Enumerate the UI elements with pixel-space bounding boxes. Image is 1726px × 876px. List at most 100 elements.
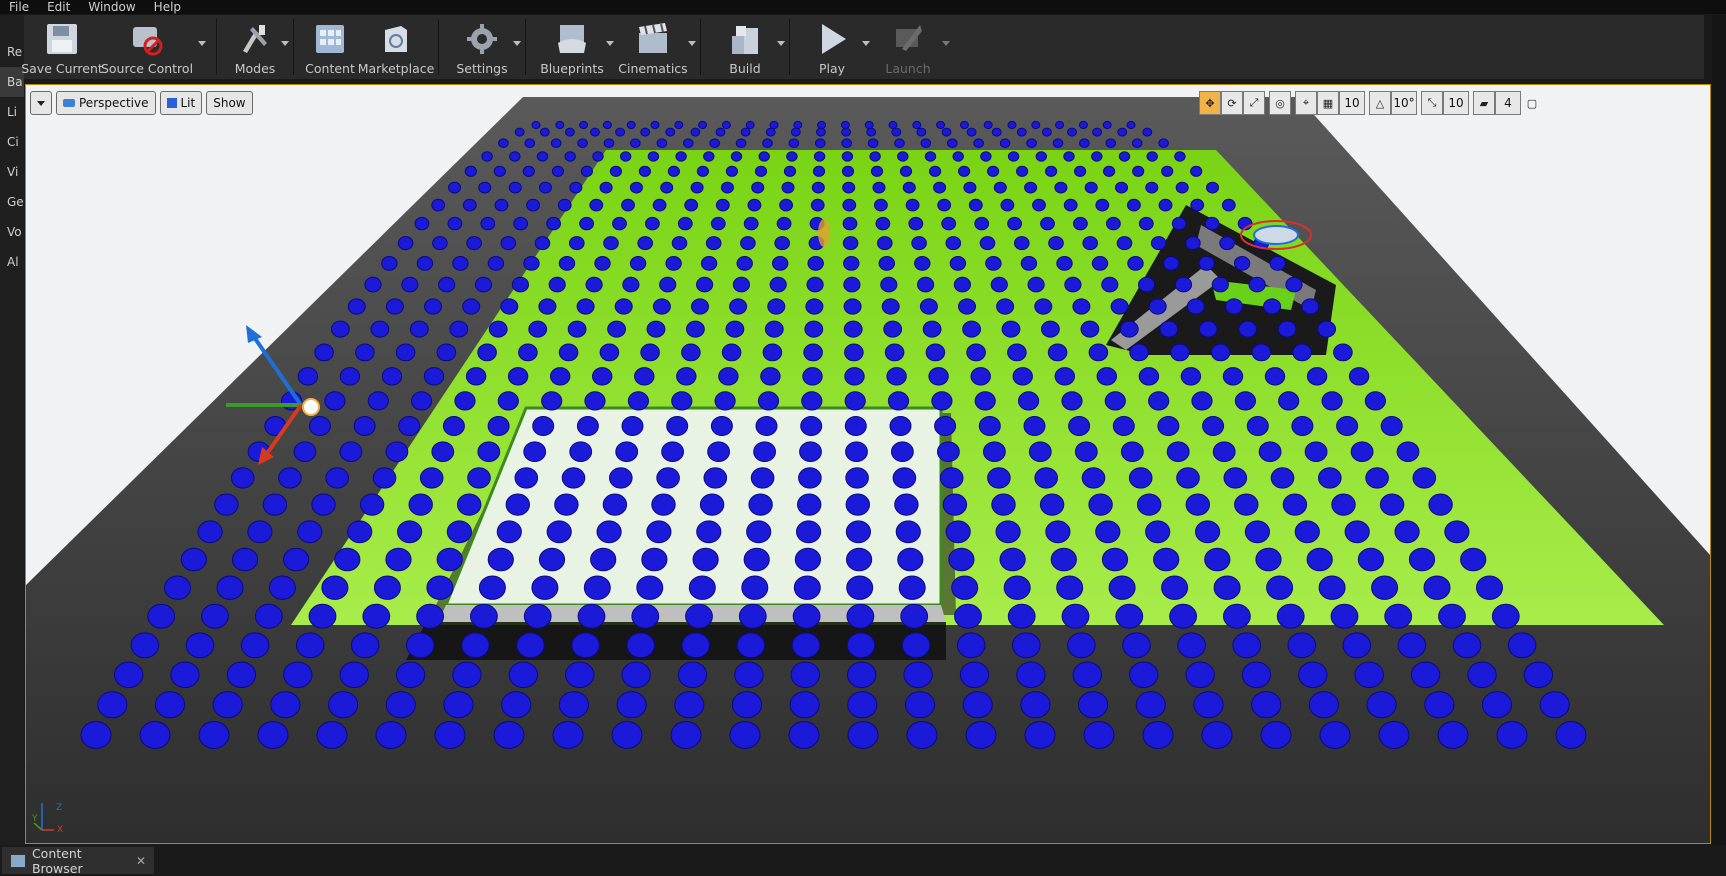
surface-snap-icon[interactable]: ⌖ xyxy=(1295,91,1317,115)
cube-actor xyxy=(886,367,907,386)
menu-window[interactable]: Window xyxy=(79,0,144,14)
cube-actor xyxy=(497,391,519,411)
launch-dropdown-icon[interactable] xyxy=(942,41,950,46)
cube-actor xyxy=(954,603,982,629)
translate-mode-icon[interactable]: ✥ xyxy=(1199,91,1221,115)
level-viewport[interactable]: Z Y X Perspective Lit Show ✥ ⟳ ⤢ ◎ ⌖ ▦ 1… xyxy=(25,84,1711,844)
rotate-mode-icon[interactable]: ⟳ xyxy=(1221,91,1243,115)
tab-content-browser[interactable]: Content Browser ✕ xyxy=(2,846,154,876)
left-tab-vo[interactable]: Vo xyxy=(0,217,24,247)
maximize-viewport-icon[interactable]: ▢ xyxy=(1521,91,1543,115)
camera-speed-icon[interactable]: ▰ xyxy=(1473,91,1495,115)
cube-actor xyxy=(698,120,708,130)
marketplace-button[interactable]: Marketplace xyxy=(358,15,434,79)
menu-help[interactable]: Help xyxy=(145,0,190,14)
cube-actor xyxy=(696,165,710,177)
cube-actor xyxy=(1204,216,1220,231)
build-button[interactable]: Build xyxy=(707,15,785,79)
cube-actor xyxy=(1318,575,1346,600)
modes-button[interactable]: Modes xyxy=(223,15,289,79)
menu-file[interactable]: File xyxy=(0,0,38,14)
cube-actor xyxy=(1122,632,1151,659)
cube-actor xyxy=(629,256,647,271)
cube-actor xyxy=(311,493,336,516)
cube-actor xyxy=(592,367,613,386)
play-button[interactable]: Play xyxy=(796,15,870,79)
cube-actor xyxy=(958,165,971,177)
scale-mode-icon[interactable]: ⤢ xyxy=(1243,91,1265,115)
cube-actor xyxy=(755,416,778,436)
build-dropdown-icon[interactable] xyxy=(777,41,785,46)
scale-snap-icon[interactable]: ⤡ xyxy=(1421,91,1443,115)
cube-actor xyxy=(1185,493,1211,516)
left-tab-vi[interactable]: Vi xyxy=(0,157,24,187)
cube-actor xyxy=(769,120,779,130)
cube-actor xyxy=(710,216,726,231)
show-button[interactable]: Show xyxy=(206,91,253,115)
cube-actor xyxy=(1277,320,1297,338)
left-tab-li[interactable]: Li xyxy=(0,97,24,127)
cube-actor xyxy=(1378,721,1410,749)
close-icon[interactable]: ✕ xyxy=(136,854,146,868)
cube-actor xyxy=(880,276,898,293)
cube-actor xyxy=(1018,391,1040,411)
cinematics-dropdown-icon[interactable] xyxy=(688,41,696,46)
modes-dropdown-icon[interactable] xyxy=(281,41,289,46)
cube-actor xyxy=(297,367,319,386)
toolbar-separator xyxy=(438,19,439,75)
settings-dropdown-icon[interactable] xyxy=(513,41,521,46)
perspective-button[interactable]: Perspective xyxy=(56,91,156,115)
cube-actor xyxy=(1330,603,1359,629)
blueprints-button[interactable]: Blueprints xyxy=(532,15,614,79)
content-button[interactable]: Content xyxy=(300,15,360,79)
save-current-button[interactable]: Save Current xyxy=(21,15,103,79)
cube-actor xyxy=(297,520,323,544)
cube-actor xyxy=(324,391,346,411)
cube-actor xyxy=(881,298,900,315)
cube-actor xyxy=(734,661,764,689)
cube-actor xyxy=(674,120,684,130)
cube-actor xyxy=(1336,416,1359,436)
cube-actor xyxy=(1342,632,1372,659)
cube-actor xyxy=(1225,298,1243,315)
left-tab-ci[interactable]: Ci xyxy=(0,127,24,157)
content-label: Content xyxy=(305,61,355,76)
cube-actor xyxy=(887,391,910,411)
cube-actor xyxy=(1115,181,1128,194)
cube-actor xyxy=(185,632,215,659)
cube-actor xyxy=(1350,441,1374,463)
settings-button[interactable]: Settings xyxy=(445,15,521,79)
menu-edit[interactable]: Edit xyxy=(38,0,79,14)
cinematics-button[interactable]: Cinematics xyxy=(612,15,696,79)
grid-snap-value[interactable]: 10 xyxy=(1339,91,1365,115)
cube-actor xyxy=(892,467,917,489)
cube-actor xyxy=(767,298,786,315)
cube-actor xyxy=(1026,138,1037,149)
left-tab-ge[interactable]: Ge xyxy=(0,187,24,217)
launch-button[interactable]: Launch xyxy=(868,15,950,79)
lit-button[interactable]: Lit xyxy=(159,91,203,115)
camera-speed-value[interactable]: 4 xyxy=(1495,91,1521,115)
cube-actor xyxy=(1137,493,1162,516)
cube-actor xyxy=(1024,181,1038,194)
cube-actor xyxy=(565,661,595,689)
source-control-button[interactable]: Source Control xyxy=(100,15,194,79)
grid-snap-icon[interactable]: ▦ xyxy=(1317,91,1339,115)
left-tab-al[interactable]: Al xyxy=(0,247,24,277)
cube-actor xyxy=(431,198,446,212)
world-space-icon[interactable]: ◎ xyxy=(1269,91,1291,115)
cube-actor xyxy=(1308,691,1340,719)
cube-actor xyxy=(1116,236,1133,251)
cube-actor xyxy=(1072,298,1091,315)
rotation-snap-icon[interactable]: △ xyxy=(1369,91,1391,115)
viewport-menu-button[interactable] xyxy=(30,91,52,115)
cube-actor xyxy=(528,320,548,338)
scale-snap-value[interactable]: 10 xyxy=(1443,91,1469,115)
lit-icon xyxy=(166,98,177,108)
cube-actor xyxy=(1195,520,1221,544)
rotation-snap-value[interactable]: 10° xyxy=(1391,91,1417,115)
cube-actor xyxy=(1041,320,1060,338)
cube-actor xyxy=(355,343,375,362)
cube-actor xyxy=(1007,603,1036,629)
main-toolbar: Save Current Source Control Modes Conten… xyxy=(21,15,1704,79)
